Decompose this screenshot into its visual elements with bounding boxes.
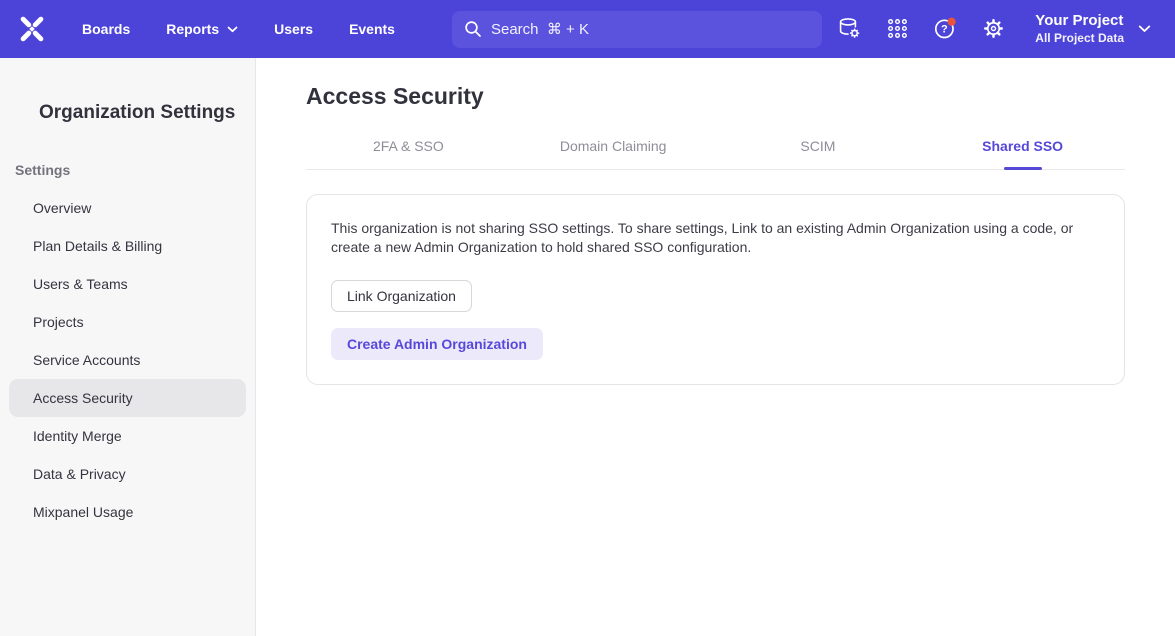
card-actions: Link Organization Create Admin Organizat…	[331, 257, 1100, 360]
notification-dot	[948, 18, 956, 26]
shared-sso-description: This organization is not sharing SSO set…	[331, 219, 1093, 257]
active-tab-underline	[1004, 167, 1042, 170]
sidebar-item-users-teams[interactable]: Users & Teams	[9, 265, 246, 303]
link-organization-button[interactable]: Link Organization	[331, 280, 472, 312]
nav-item-label: Reports	[166, 21, 219, 37]
create-admin-organization-button[interactable]: Create Admin Organization	[331, 328, 543, 360]
search-input[interactable]	[491, 21, 791, 38]
page-title: Access Security	[306, 83, 1125, 110]
top-navigation-bar: Boards Reports Users Events	[0, 0, 1175, 58]
settings-gear-icon[interactable]	[981, 17, 1005, 41]
project-text: Your Project All Project Data	[1035, 12, 1124, 45]
nav-item-events[interactable]: Events	[349, 21, 395, 37]
nav-item-boards[interactable]: Boards	[82, 21, 130, 37]
nav-item-users[interactable]: Users	[274, 21, 313, 37]
access-security-tabs: 2FA & SSO Domain Claiming SCIM Shared SS…	[306, 138, 1125, 170]
tab-shared-sso[interactable]: Shared SSO	[920, 138, 1125, 169]
sidebar-item-overview[interactable]: Overview	[9, 189, 246, 227]
chevron-down-icon	[227, 26, 238, 33]
tab-label: Domain Claiming	[560, 138, 667, 154]
nav-item-label: Users	[274, 21, 313, 37]
sidebar-item-projects[interactable]: Projects	[9, 303, 246, 341]
tab-2fa-sso[interactable]: 2FA & SSO	[306, 138, 511, 169]
sidebar-nav-list: Overview Plan Details & Billing Users & …	[0, 189, 255, 531]
apps-grid-icon[interactable]	[885, 17, 909, 41]
sidebar-section-label: Settings	[0, 162, 255, 178]
global-search[interactable]	[452, 11, 822, 48]
sidebar-item-mixpanel-usage[interactable]: Mixpanel Usage	[9, 493, 246, 531]
tab-scim[interactable]: SCIM	[716, 138, 921, 169]
sidebar-item-data-privacy[interactable]: Data & Privacy	[9, 455, 246, 493]
primary-nav: Boards Reports Users Events	[82, 21, 395, 37]
tab-domain-claiming[interactable]: Domain Claiming	[511, 138, 716, 169]
tab-label: 2FA & SSO	[373, 138, 444, 154]
shared-sso-card: This organization is not sharing SSO set…	[306, 194, 1125, 385]
topbar-icon-group: ? Your Proj	[837, 12, 1151, 45]
org-settings-sidebar: Organization Settings Settings Overview …	[0, 58, 256, 636]
data-management-icon[interactable]	[837, 17, 861, 41]
mixpanel-logo-icon	[17, 14, 47, 44]
sidebar-title: Organization Settings	[0, 102, 255, 124]
tab-label: Shared SSO	[982, 138, 1063, 154]
search-icon	[464, 20, 482, 38]
sidebar-item-identity-merge[interactable]: Identity Merge	[9, 417, 246, 455]
sidebar-item-access-security[interactable]: Access Security	[9, 379, 246, 417]
project-data-view: All Project Data	[1035, 31, 1124, 45]
chevron-down-icon	[1138, 25, 1151, 33]
nav-item-label: Events	[349, 21, 395, 37]
nav-item-label: Boards	[82, 21, 130, 37]
nav-item-reports[interactable]: Reports	[166, 21, 238, 37]
help-icon[interactable]: ?	[933, 17, 957, 41]
main-content: Access Security 2FA & SSO Domain Claimin…	[256, 58, 1175, 636]
tab-label: SCIM	[800, 138, 835, 154]
project-name: Your Project	[1035, 12, 1124, 30]
mixpanel-logo[interactable]	[16, 13, 48, 45]
svg-text:?: ?	[941, 24, 948, 36]
project-switcher[interactable]: Your Project All Project Data	[1035, 12, 1151, 45]
sidebar-item-service-accounts[interactable]: Service Accounts	[9, 341, 246, 379]
sidebar-item-plan-details-billing[interactable]: Plan Details & Billing	[9, 227, 246, 265]
